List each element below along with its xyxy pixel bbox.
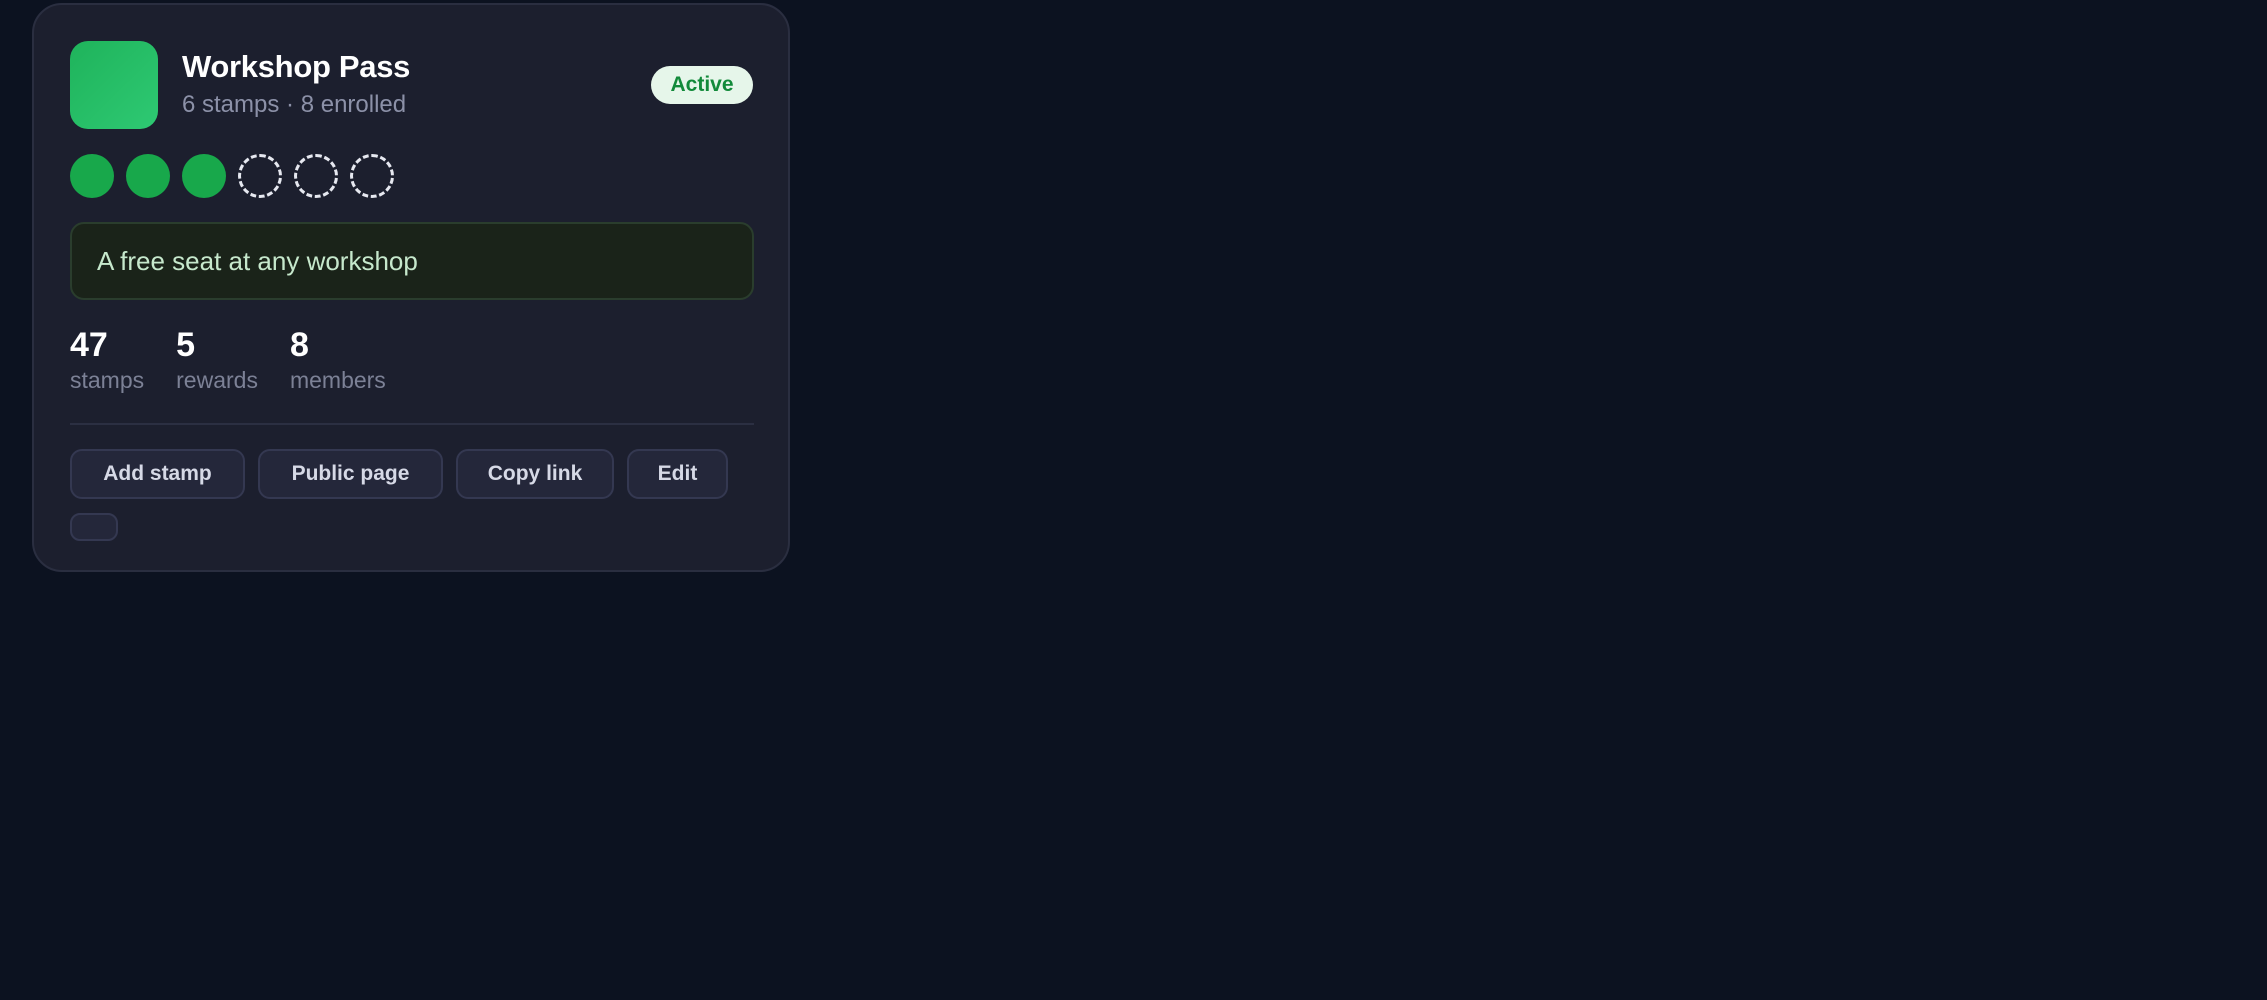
- stamp-empty-icon: [238, 154, 282, 198]
- stat-value: 8: [289, 326, 309, 364]
- program-subtitle: 6 stamps · 8 enrolled: [182, 91, 407, 118]
- edit-button[interactable]: Edit: [627, 449, 728, 499]
- copy-link-button[interactable]: Copy link: [456, 449, 614, 499]
- stamp-empty-icon: [294, 154, 338, 198]
- stat-value: 47: [70, 326, 108, 364]
- program-title: Workshop Pass: [182, 49, 411, 84]
- program-stats: 47 stamps 5 rewards 8 members: [70, 325, 418, 395]
- stat-value: 5: [176, 326, 196, 364]
- stamp-progress: [70, 154, 394, 198]
- more-actions-button[interactable]: [70, 513, 118, 541]
- program-logo-icon: [70, 41, 158, 129]
- stamp-filled-icon: [126, 154, 170, 198]
- status-badge: Active: [651, 66, 753, 104]
- public-page-button[interactable]: Public page: [258, 449, 443, 499]
- loyalty-program-card: Workshop Pass 6 stamps · 8 enrolled Acti…: [32, 3, 790, 572]
- divider: [70, 423, 754, 425]
- stat-rewards: 5 rewards: [176, 325, 258, 395]
- stat-members: 8 members: [290, 325, 386, 395]
- add-stamp-button[interactable]: Add stamp: [70, 449, 245, 499]
- card-actions: Add stamp Public page Copy link Edit: [70, 449, 728, 499]
- stamp-filled-icon: [70, 154, 114, 198]
- stat-label: members: [289, 367, 386, 393]
- stamp-empty-icon: [350, 154, 394, 198]
- reward-description: A free seat at any workshop: [70, 222, 754, 300]
- stat-stamps: 47 stamps: [70, 325, 144, 395]
- stamp-filled-icon: [182, 154, 226, 198]
- stat-label: stamps: [70, 367, 145, 393]
- stat-label: rewards: [176, 367, 258, 393]
